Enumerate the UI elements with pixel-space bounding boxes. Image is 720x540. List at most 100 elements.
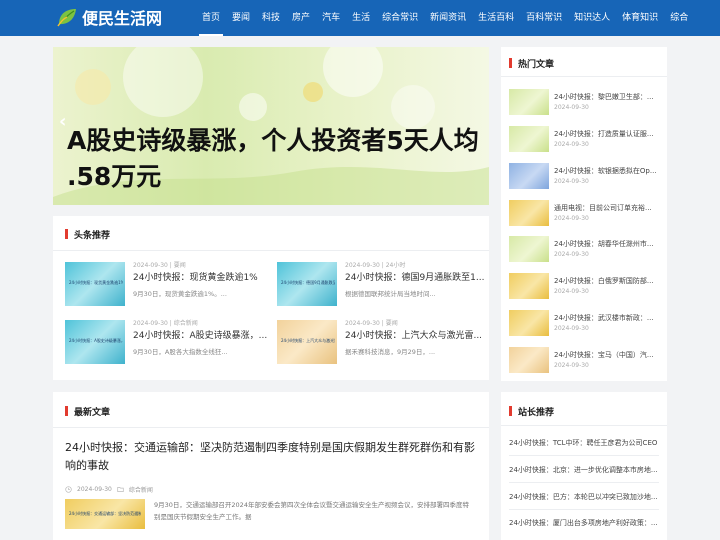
divider: [53, 250, 489, 251]
nav-item-life-wiki[interactable]: 生活百科: [472, 0, 520, 36]
hot-article-item[interactable]: 24小时快报：武汉楼市新政：... 2024-09-30: [509, 310, 659, 338]
hot-article-date: 2024-09-30: [554, 362, 589, 369]
slider-prev-icon[interactable]: ‹: [59, 111, 66, 132]
article-thumbnail[interactable]: 24小时快报：上汽大众与激光雷...: [277, 320, 337, 364]
article-meta: 2024-09-30 | 24小时: [345, 262, 406, 269]
list-item[interactable]: 24小时快报：A股史诗级暴涨，... 2024-09-30 | 综合新闻 24小…: [65, 318, 267, 366]
article-meta: 2024-09-30 | 要闻: [345, 320, 398, 327]
featured-slider[interactable]: ‹ A股史诗级暴涨，个人投资者5天人均 .58万元: [53, 47, 489, 205]
hot-article-item[interactable]: 24小时快报：白俄罗斯国防部... 2024-09-30: [509, 273, 659, 301]
nav-item-news[interactable]: 要闻: [226, 0, 256, 36]
hot-article-title[interactable]: 24小时快报：宝马（中国）汽...: [554, 350, 662, 360]
article-thumbnail[interactable]: 24小时快报：A股史诗级暴涨，...: [65, 320, 125, 364]
article-title[interactable]: 24小时快报：A股史诗级暴涨，...: [133, 328, 273, 341]
article-date: 2024-09-30: [345, 262, 380, 269]
webmaster-pick-item[interactable]: 24小时快报：厦门出台多项房地产利好政策：...: [509, 518, 659, 528]
webmaster-picks-card: 站长推荐 24小时快报：TCL中环：聘任王彦君为公司CEO 24小时快报：北京：…: [501, 392, 667, 540]
article-thumbnail[interactable]: [509, 163, 549, 189]
list-item[interactable]: 24小时快报：德国9月通胀跌至1... 2024-09-30 | 24小时 24…: [277, 260, 485, 308]
article-category[interactable]: 要闻: [174, 262, 186, 269]
hot-article-item[interactable]: 24小时快报：宝马（中国）汽... 2024-09-30: [509, 347, 659, 375]
article-thumbnail[interactable]: [509, 273, 549, 299]
nav-item-home[interactable]: 首页: [196, 0, 226, 36]
article-thumbnail[interactable]: [509, 310, 549, 336]
site-logo[interactable]: 便民生活网: [56, 4, 162, 30]
article-summary: 据禾赛科技消息，9月29日，...: [345, 348, 436, 356]
webmaster-pick-item[interactable]: 24小时快报：北京：进一步优化调整本市房地...: [509, 465, 659, 475]
article-thumbnail[interactable]: [509, 347, 549, 373]
hot-articles-title: 热门文章: [509, 57, 554, 70]
article-thumbnail[interactable]: 24小时快报：德国9月通胀跌至1...: [277, 262, 337, 306]
latest-articles-card: 最新文章 24小时快报：交通运输部：坚决防范遏制四季度特别是国庆假期发生群死群伤…: [53, 392, 489, 540]
latest-article-summary: 9月30日，交通运输部召开2024年部安委会第四次全体会议暨交通运输安全生产视频…: [154, 501, 469, 521]
article-category[interactable]: 要闻: [386, 320, 398, 327]
article-thumbnail[interactable]: [509, 200, 549, 226]
hot-article-title[interactable]: 24小时快报：白俄罗斯国防部...: [554, 276, 662, 286]
article-summary: 根据德国联邦统计局当地时间...: [345, 290, 436, 298]
article-title[interactable]: 24小时快报：德国9月通胀跌至1...: [345, 270, 485, 283]
nav-item-tech[interactable]: 科技: [256, 0, 286, 36]
headline-recommend-title: 头条推荐: [65, 228, 110, 241]
hot-article-item[interactable]: 24小时快报：打造质量认证服... 2024-09-30: [509, 126, 659, 154]
divider: [509, 509, 659, 510]
slider-headline: A股史诗级暴涨，个人投资者5天人均 .58万元: [67, 123, 489, 195]
hot-article-title[interactable]: 24小时快报：软银据悉拟在Op...: [554, 166, 662, 176]
thumbnail-caption: 24小时快报：交通运输部：坚决防范遏制四季度特别是国庆假期发生群死群伤和有影响的…: [69, 511, 141, 516]
hot-article-title[interactable]: 通用电视：目前公司订单充裕...: [554, 203, 662, 213]
article-thumbnail[interactable]: [509, 236, 549, 262]
hot-article-title[interactable]: 24小时快报：打造质量认证服...: [554, 129, 662, 139]
article-category[interactable]: 24小时: [386, 262, 406, 269]
nav-item-realestate[interactable]: 房产: [286, 0, 316, 36]
article-title[interactable]: 24小时快报：上汽大众与激光雷...: [345, 328, 485, 341]
hot-article-date: 2024-09-30: [554, 104, 589, 111]
list-item[interactable]: 24小时快报：现货黄金跌逾1% 2024-09-30 | 要闻 24小时快报：现…: [65, 260, 265, 308]
webmaster-picks-title: 站长推荐: [509, 405, 554, 418]
nav-item-misc[interactable]: 综合: [664, 0, 694, 36]
thumbnail-caption: 24小时快报：德国9月通胀跌至1...: [281, 279, 335, 285]
article-meta: 2024-09-30 | 综合新闻: [133, 320, 198, 327]
article-category[interactable]: 综合新闻: [174, 320, 198, 327]
nav-item-wiki-knowledge[interactable]: 百科常识: [520, 0, 568, 36]
hot-article-item[interactable]: 24小时快报：黎巴嫩卫生部：... 2024-09-30: [509, 89, 659, 117]
nav-item-experts[interactable]: 知识达人: [568, 0, 616, 36]
article-title[interactable]: 24小时快报：现货黄金跌逾1%: [133, 270, 273, 283]
hot-article-item[interactable]: 24小时快报：胡春华任滁州市... 2024-09-30: [509, 236, 659, 264]
article-thumbnail[interactable]: [509, 126, 549, 152]
hot-article-title[interactable]: 24小时快报：胡春华任滁州市...: [554, 239, 662, 249]
latest-article-title[interactable]: 24小时快报：交通运输部：坚决防范遏制四季度特别是国庆假期发生群死群伤和有影响的…: [65, 439, 481, 475]
webmaster-pick-item[interactable]: 24小时快报：TCL中环：聘任王彦君为公司CEO: [509, 438, 659, 448]
nav-item-sports[interactable]: 体育知识: [616, 0, 664, 36]
nav-item-news-info[interactable]: 新闻资讯: [424, 0, 472, 36]
latest-article-thumbnail[interactable]: 24小时快报：交通运输部：坚决防范遏制四季度特别是国庆假期发生群死群伤和有影响的…: [65, 499, 145, 529]
thumbnail-caption: 24小时快报：现货黄金跌逾1%: [69, 279, 123, 285]
divider: [509, 482, 659, 483]
divider: [501, 425, 667, 426]
hot-article-item[interactable]: 通用电视：目前公司订单充裕... 2024-09-30: [509, 200, 659, 228]
article-summary: 9月30日，现货黄金跌逾1%。...: [133, 290, 227, 298]
webmaster-pick-item[interactable]: 24小时快报：巴方：本轮巴以冲突已致加沙地...: [509, 492, 659, 502]
main-nav: 首页 要闻 科技 房产 汽车 生活 综合常识 新闻资讯 生活百科 百科常识 知识…: [196, 0, 694, 36]
thumbnail-caption: 24小时快报：A股史诗级暴涨，...: [69, 337, 123, 343]
hot-article-date: 2024-09-30: [554, 251, 589, 258]
clock-icon: [65, 486, 72, 493]
article-date: 2024-09-30: [133, 320, 168, 327]
list-item[interactable]: 24小时快报：上汽大众与激光雷... 2024-09-30 | 要闻 24小时快…: [277, 318, 482, 366]
hot-article-title[interactable]: 24小时快报：武汉楼市新政：...: [554, 313, 662, 323]
article-thumbnail[interactable]: 24小时快报：现货黄金跌逾1%: [65, 262, 125, 306]
hot-article-date: 2024-09-30: [554, 288, 589, 295]
latest-article-category[interactable]: 综合新闻: [129, 485, 153, 494]
top-navbar: 便民生活网 首页 要闻 科技 房产 汽车 生活 综合常识 新闻资讯 生活百科 百…: [0, 0, 720, 36]
nav-item-auto[interactable]: 汽车: [316, 0, 346, 36]
article-date: 2024-09-30: [345, 320, 380, 327]
nav-item-general-knowledge[interactable]: 综合常识: [376, 0, 424, 36]
divider: [509, 455, 659, 456]
hot-article-item[interactable]: 24小时快报：软银据悉拟在Op... 2024-09-30: [509, 163, 659, 191]
folder-icon: [117, 487, 124, 492]
hot-article-title[interactable]: 24小时快报：黎巴嫩卫生部：...: [554, 92, 662, 102]
nav-item-life[interactable]: 生活: [346, 0, 376, 36]
article-date: 2024-09-30: [133, 262, 168, 269]
hot-article-date: 2024-09-30: [554, 215, 589, 222]
divider: [53, 427, 489, 428]
article-thumbnail[interactable]: [509, 89, 549, 115]
article-summary: 9月30日，A股各大指数全线狂...: [133, 348, 228, 356]
